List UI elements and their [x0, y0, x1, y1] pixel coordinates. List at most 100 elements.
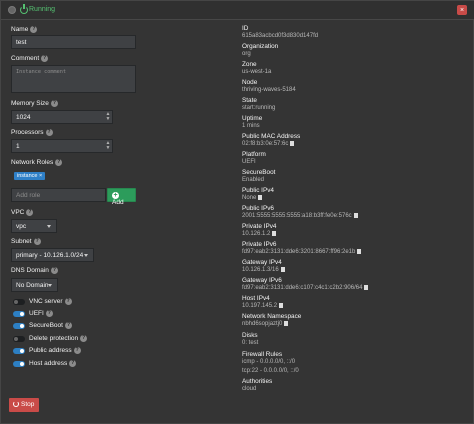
subnet-help-icon[interactable]: ?: [33, 238, 41, 245]
network-roles-label: Network Roles?: [11, 159, 63, 167]
add-role-input[interactable]: Add role: [11, 188, 106, 202]
public-ipv6-label: Public IPv6: [242, 205, 274, 212]
add-role-button[interactable]: +Add: [107, 188, 136, 206]
gateway-ipv6-value: fd97:eab2:3131:dde6:c107:c4c1:c2b2:906/6…: [242, 285, 369, 291]
processors-help-icon[interactable]: ?: [45, 129, 53, 136]
public-mac-value: 02:f8:b3:0e:57:6c: [242, 141, 295, 147]
authorities-label: Authorities: [242, 378, 273, 385]
uptime-value: 1 mins: [242, 123, 260, 129]
name-help-icon[interactable]: ?: [30, 26, 38, 33]
dns-domain-select[interactable]: No Domain: [11, 278, 58, 292]
select-checkbox[interactable]: [8, 6, 16, 14]
copy-icon[interactable]: [364, 285, 369, 290]
dns-domain-label: DNS Domain?: [11, 267, 58, 275]
subnet-select[interactable]: primary - 10.126.1.0/24: [11, 248, 94, 262]
memory-input[interactable]: 1024 ▲ ▼: [11, 110, 113, 124]
secureboot-label: SecureBoot?: [29, 322, 72, 330]
network-namespace-value: nbhd6sopjaztj0: [242, 321, 289, 327]
private-ipv4-label: Private IPv4: [242, 223, 277, 230]
power-icon: [13, 401, 19, 407]
processors-stepper-icon[interactable]: ▲ ▼: [105, 141, 111, 151]
gateway-ipv4-value: 10.126.1.3/16: [242, 267, 285, 273]
plus-icon: +: [112, 192, 119, 199]
network-namespace-label: Network Namespace: [242, 313, 302, 320]
public-ipv4-label: Public IPv4: [242, 187, 274, 194]
delete-protection-help-icon[interactable]: ?: [80, 335, 88, 342]
dns-domain-help-icon[interactable]: ?: [50, 267, 58, 274]
delete-protection-label: Delete protection?: [29, 335, 88, 343]
stop-button[interactable]: Stop: [9, 398, 39, 412]
name-input[interactable]: test: [11, 35, 136, 49]
host-ipv4-label: Host IPv4: [242, 295, 270, 302]
copy-icon[interactable]: [290, 141, 295, 146]
copy-icon[interactable]: [280, 267, 285, 272]
uefi-label: UEFI?: [29, 310, 53, 318]
delete-protection-toggle[interactable]: [13, 336, 25, 342]
platform-label: Platform: [242, 151, 266, 158]
vnc-server-label: VNC server?: [29, 298, 72, 306]
private-ipv4-value: 10.126.1.2: [242, 231, 277, 237]
processors-input[interactable]: 1 ▲ ▼: [11, 139, 113, 153]
zone-value: us-west-1a: [242, 69, 272, 75]
copy-icon[interactable]: [353, 213, 358, 218]
state-label: State: [242, 97, 257, 104]
organization-label: Organization: [242, 43, 279, 50]
host-address-toggle[interactable]: [13, 361, 25, 367]
copy-icon[interactable]: [284, 321, 289, 326]
role-tag: instance ×: [14, 172, 46, 180]
comment-help-icon[interactable]: ?: [41, 55, 49, 62]
copy-icon[interactable]: [279, 303, 284, 308]
vnc-help-icon[interactable]: ?: [64, 298, 72, 305]
secureboot-info-label: SecureBoot: [242, 169, 276, 176]
authorities-value: cloud: [242, 386, 257, 392]
memory-value: 1024: [16, 114, 31, 121]
private-ipv6-label: Private IPv6: [242, 241, 277, 248]
processors-value: 1: [16, 143, 20, 150]
name-label: Name?: [11, 26, 38, 34]
copy-icon[interactable]: [258, 195, 263, 200]
gateway-ipv6-label: Gateway IPv6: [242, 277, 282, 284]
network-roles-help-icon[interactable]: ?: [55, 159, 63, 166]
host-address-help-icon[interactable]: ?: [69, 360, 77, 367]
processors-label: Processors?: [11, 129, 53, 137]
power-icon: [20, 4, 28, 14]
public-address-help-icon[interactable]: ?: [73, 347, 81, 354]
secureboot-toggle[interactable]: [13, 323, 25, 329]
copy-icon[interactable]: [357, 249, 362, 254]
public-mac-label: Public MAC Address: [242, 133, 301, 140]
public-address-toggle[interactable]: [13, 348, 25, 354]
copy-icon[interactable]: [272, 231, 277, 236]
uptime-label: Uptime: [242, 115, 263, 122]
memory-label: Memory Size?: [11, 100, 58, 108]
vpc-help-icon[interactable]: ?: [26, 209, 34, 216]
id-value: 615a83acbcd0f3d830d147fd: [242, 33, 319, 39]
secureboot-help-icon[interactable]: ?: [64, 322, 72, 329]
uefi-toggle[interactable]: [13, 311, 25, 317]
memory-stepper-icon[interactable]: ▲ ▼: [105, 112, 111, 122]
firewall-rule-item: tcp:22 - 0.0.0.0/0, ::/0: [242, 368, 299, 374]
remove-role-icon[interactable]: ×: [39, 173, 42, 179]
uefi-help-icon[interactable]: ?: [45, 310, 53, 317]
vnc-server-toggle[interactable]: [13, 299, 25, 305]
comment-label: Comment?: [11, 55, 49, 63]
state-value: start:running: [242, 105, 276, 111]
organization-value: org: [242, 51, 251, 57]
zone-label: Zone: [242, 61, 257, 68]
delete-button[interactable]: ×: [457, 5, 467, 15]
firewall-rule-item: icmp - 0.0.0.0/0, ::/0: [242, 359, 296, 365]
secureboot-info-value: Enabled: [242, 177, 265, 183]
status-label: Running: [29, 6, 56, 13]
vpc-select[interactable]: vpc: [11, 219, 57, 233]
subnet-label: Subnet?: [11, 238, 41, 246]
comment-input[interactable]: Instance comment: [11, 65, 136, 93]
host-ipv4-value: 10.197.145.2: [242, 303, 284, 309]
vpc-label: VPC?: [11, 209, 34, 217]
node-label: Node: [242, 79, 258, 86]
node-value: thriving-waves-5184: [242, 87, 296, 93]
public-address-label: Public address?: [29, 347, 81, 355]
disks-label: Disks: [242, 332, 258, 339]
platform-value: UEFI: [242, 159, 256, 165]
instance-panel: Running × Name? test Comment? Instance c…: [0, 0, 474, 424]
public-ipv6-value: 2001:5555:5555:5555:a18:b3ff:fe0e:576c: [242, 213, 358, 219]
memory-help-icon[interactable]: ?: [50, 100, 58, 107]
